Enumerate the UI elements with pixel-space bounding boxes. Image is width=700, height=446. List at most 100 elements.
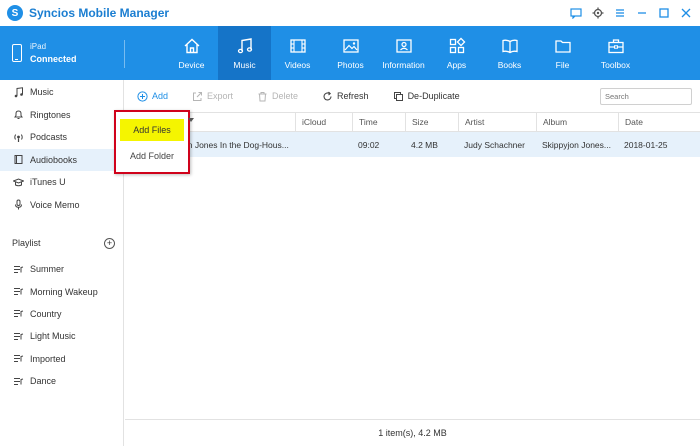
title-bar: S Syncios Mobile Manager [0,0,700,26]
maximize-icon[interactable] [656,5,672,21]
tab-file[interactable]: File [536,26,589,80]
app-title: Syncios Mobile Manager [29,6,170,20]
playlist-item[interactable]: Morning Wakeup [0,280,123,302]
tab-device[interactable]: Device [165,26,218,80]
sidebar-item-label: Audiobooks [30,154,78,165]
search-box[interactable] [600,88,692,105]
tab-information[interactable]: Information [377,26,430,80]
music-note-icon [12,86,24,98]
status-text: 1 item(s), 4.2 MB [378,428,447,438]
playlist-item[interactable]: Summer [0,258,123,280]
menu-icon[interactable] [612,5,628,21]
sidebar: Music Ringtones Podcasts Audiobooks iTun… [0,80,124,446]
cell-size: 4.2 MB [411,139,438,150]
trash-icon [257,91,268,102]
microphone-icon [12,199,24,211]
column-header-date[interactable]: Date [618,112,700,132]
dropdown-caret-icon [188,118,194,122]
column-header-time[interactable]: Time [352,112,405,132]
search-input[interactable] [605,92,687,101]
cell-artist: Judy Schachner [464,139,525,150]
playlist-header: Playlist + [0,232,123,254]
column-header-size[interactable]: Size [405,112,458,132]
cell-time: 09:02 [358,139,380,150]
app-logo-icon: S [7,5,23,21]
playlist-label: Country [30,308,62,319]
add-circle-icon [137,90,148,102]
playlist-icon [12,375,24,387]
home-icon [184,38,199,53]
settings-gear-icon[interactable] [590,5,606,21]
app-window: S Syncios Mobile Manager iPad Connected … [0,0,700,446]
de-duplicate-button[interactable]: De-Duplicate [393,91,460,102]
export-icon [192,91,203,102]
add-folder-menu-item[interactable]: Add Folder [120,145,184,167]
sidebar-item-podcasts[interactable]: Podcasts [0,126,123,149]
tab-videos[interactable]: Videos [271,26,324,80]
playlist-item[interactable]: Imported [0,348,123,370]
column-header-artist[interactable]: Artist [458,112,536,132]
playlist-label: Imported [30,353,66,364]
playlist-item[interactable]: Dance [0,370,123,392]
close-icon[interactable] [678,5,694,21]
playlist-item[interactable]: Light Music [0,325,123,347]
column-header-icloud[interactable]: iCloud [295,112,352,132]
cell-album: Skippyjon Jones... [542,139,611,150]
add-files-menu-item[interactable]: Add Files [120,119,184,141]
add-playlist-button[interactable]: + [104,237,115,249]
tab-toolbox[interactable]: Toolbox [589,26,642,80]
device-name: iPad [30,42,47,51]
playlist-icon [12,286,24,298]
book-icon [12,154,24,166]
main-panel: Add Export Delete Refresh De-Duplicate S… [125,80,700,446]
sidebar-item-audiobooks[interactable]: Audiobooks [0,148,123,171]
device-status: Connected [30,54,77,64]
sidebar-item-itunes-u[interactable]: iTunes U [0,171,123,194]
playlist-label: Light Music [30,331,76,342]
cell-date: 2018-01-25 [624,139,668,150]
sidebar-item-label: iTunes U [30,177,66,188]
nav-divider [124,40,125,68]
minimize-icon[interactable] [634,5,650,21]
music-note-icon [237,37,252,53]
device-info[interactable]: iPad Connected [0,26,124,80]
add-button[interactable]: Add [137,90,168,102]
playlist-icon [12,353,24,365]
podcast-icon [12,131,24,143]
tab-music[interactable]: Music [218,26,271,80]
tablet-icon [12,44,22,62]
delete-button[interactable]: Delete [257,91,298,102]
playlist-icon [12,330,24,342]
table-row[interactable]: on Jones In the Dog-Hous... 09:02 4.2 MB… [125,132,700,157]
sidebar-item-ringtones[interactable]: Ringtones [0,104,123,127]
tab-apps[interactable]: Apps [430,26,483,80]
table-header: iCloud Time Size Artist Album Date [125,112,700,132]
export-button[interactable]: Export [192,91,233,102]
contact-card-icon [395,38,412,53]
sidebar-item-music[interactable]: Music [0,81,123,104]
column-header-album[interactable]: Album [536,112,618,132]
playlist-label: Summer [30,264,65,275]
playlist-heading: Playlist [12,238,41,248]
sidebar-item-voice-memo[interactable]: Voice Memo [0,194,123,217]
feedback-icon[interactable] [568,5,584,21]
playlist-icon [12,308,24,320]
playlist-item[interactable]: Country [0,303,123,325]
image-icon [342,38,359,53]
refresh-icon [322,91,333,102]
sidebar-item-label: Music [30,87,54,98]
playlist-label: Morning Wakeup [30,286,98,297]
sidebar-item-label: Voice Memo [30,199,80,210]
graduation-cap-icon [12,176,24,188]
refresh-button[interactable]: Refresh [322,91,369,102]
sidebar-item-label: Ringtones [30,109,71,120]
open-book-icon [501,39,518,53]
tab-books[interactable]: Books [483,26,536,80]
film-icon [289,38,306,53]
tab-photos[interactable]: Photos [324,26,377,80]
status-bar: 1 item(s), 4.2 MB [125,419,700,446]
duplicate-icon [393,91,404,102]
add-dropdown-menu: Add Files Add Folder [114,110,194,174]
folder-icon [554,39,571,53]
toolbar: Add Export Delete Refresh De-Duplicate [125,80,700,112]
